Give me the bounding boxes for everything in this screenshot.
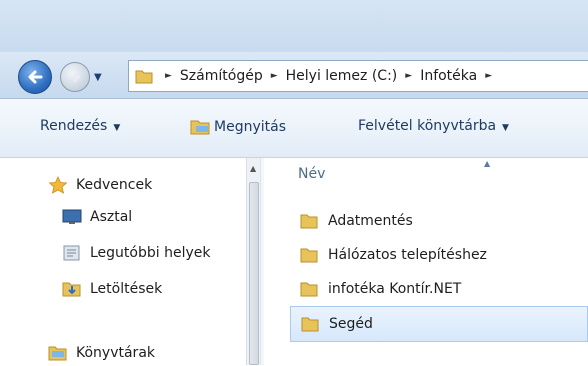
file-name: infotéka Kontír.NET <box>328 281 462 297</box>
title-bar <box>0 0 588 52</box>
open-folder-icon <box>190 120 210 135</box>
nav-item-label: Könyvtárak <box>76 345 156 361</box>
organize-label: Rendezés <box>40 118 108 134</box>
folder-icon <box>300 212 318 230</box>
file-name: Segéd <box>329 316 373 332</box>
scroll-up-icon[interactable]: ▲ <box>250 164 256 173</box>
chevron-right-icon[interactable]: ► <box>271 71 278 81</box>
nav-item-label: Letöltések <box>90 281 163 297</box>
file-row-kontir[interactable]: infotéka Kontír.NET <box>300 280 461 298</box>
nav-item-label: Asztal <box>90 209 133 225</box>
nav-item-favorites[interactable]: Kedvencek <box>48 176 152 194</box>
file-row-halozatos[interactable]: Hálózatos telepítéshez <box>300 246 487 264</box>
nav-item-label: Kedvencek <box>76 177 153 193</box>
chevron-down-icon: ▼ <box>113 123 121 133</box>
open-label: Megnyitás <box>214 119 286 135</box>
breadcrumb-infoteka[interactable]: Infotéka ► <box>420 68 500 84</box>
nav-item-downloads[interactable]: Letöltések <box>62 280 162 298</box>
back-arrow-icon <box>28 70 43 84</box>
organize-button[interactable]: Rendezés ▼ <box>40 118 120 134</box>
chevron-right-icon[interactable]: ► <box>485 71 492 81</box>
breadcrumb-computer[interactable]: Számítógép ► <box>180 68 286 84</box>
forward-button[interactable] <box>60 62 90 92</box>
file-name: Hálózatos telepítéshez <box>328 247 487 263</box>
address-bar[interactable]: ► Számítógép ► Helyi lemez (C:) ► Infotéka… <box>128 60 588 92</box>
nav-item-recent-places[interactable]: Legutóbbi helyek <box>62 244 210 262</box>
forward-arrow-icon <box>67 71 81 83</box>
sort-ascending-icon: ▲ <box>484 159 491 168</box>
downloads-icon <box>62 280 82 298</box>
breadcrumb-separator-icon[interactable]: ► <box>161 71 180 81</box>
nav-item-desktop[interactable]: Asztal <box>62 208 132 226</box>
column-header-name[interactable]: Név <box>298 166 325 182</box>
file-name: Adatmentés <box>328 213 413 229</box>
back-button[interactable] <box>18 60 52 94</box>
file-row-adatmentes[interactable]: Adatmentés <box>300 212 413 230</box>
open-button[interactable]: Megnyitás <box>190 118 286 136</box>
folder-icon <box>300 246 318 264</box>
folder-icon <box>135 68 153 84</box>
folder-icon <box>301 315 319 333</box>
navigation-scrollbar[interactable]: ▲ <box>246 158 261 365</box>
nav-item-libraries[interactable]: Könyvtárak <box>48 344 155 362</box>
nav-item-label: Legutóbbi helyek <box>90 245 211 261</box>
recent-places-icon <box>62 244 82 262</box>
add-to-library-button[interactable]: Felvétel könyvtárba ▼ <box>358 118 509 134</box>
scrollbar-thumb[interactable] <box>249 182 259 365</box>
libraries-icon <box>48 344 68 362</box>
breadcrumb-label: Helyi lemez (C:) <box>285 68 398 84</box>
history-dropdown-button[interactable]: ▼ <box>94 72 102 83</box>
breadcrumb-label: Számítógép <box>179 68 263 84</box>
folder-icon <box>300 280 318 298</box>
add-to-library-label: Felvétel könyvtárba <box>358 118 497 134</box>
breadcrumb-local-disk[interactable]: Helyi lemez (C:) ► <box>286 68 421 84</box>
breadcrumb-label: Infotéka <box>420 68 478 84</box>
file-row-seged[interactable]: Segéd <box>290 306 588 342</box>
chevron-right-icon[interactable]: ► <box>405 71 412 81</box>
star-icon <box>48 176 68 194</box>
chevron-down-icon: ▼ <box>502 123 509 133</box>
desktop-icon <box>62 208 82 226</box>
